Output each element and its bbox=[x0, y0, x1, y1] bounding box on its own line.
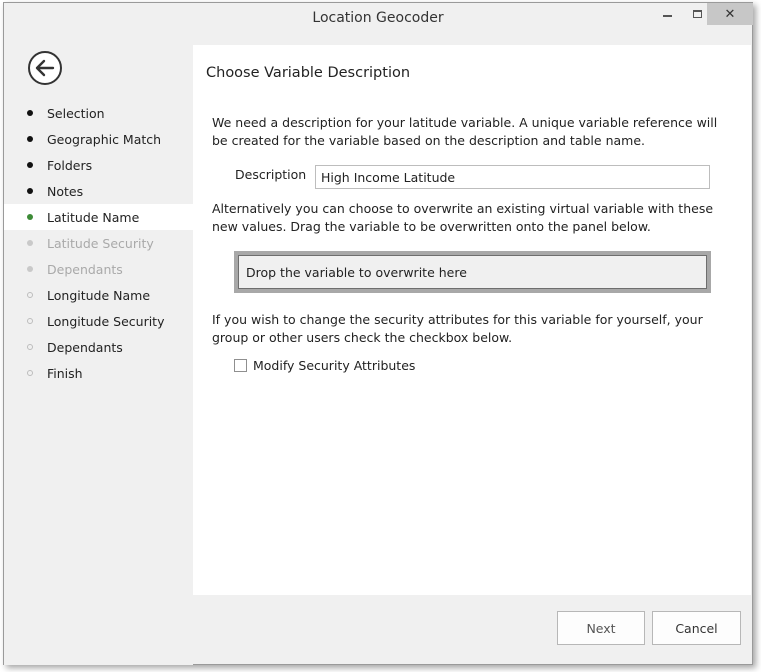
description-input[interactable] bbox=[315, 165, 710, 189]
sidebar-item-label: Finish bbox=[47, 365, 83, 381]
geocoder-window: Location Geocoder ✕ Selection Geographic … bbox=[3, 2, 753, 665]
minimize-icon bbox=[662, 15, 672, 17]
sidebar-item-label: Dependants bbox=[47, 261, 123, 277]
description-label: Description bbox=[235, 167, 307, 182]
modify-security-checkbox[interactable] bbox=[234, 359, 247, 372]
back-arrow-icon bbox=[35, 59, 55, 77]
sidebar-item-longitude-security[interactable]: Longitude Security bbox=[4, 308, 193, 334]
wizard-steps: Selection Geographic Match Folders Notes Lat… bbox=[4, 100, 193, 386]
close-icon: ✕ bbox=[724, 6, 736, 22]
step-bullet-icon bbox=[27, 136, 33, 142]
step-bullet-icon bbox=[27, 110, 33, 116]
close-button[interactable]: ✕ bbox=[707, 3, 753, 25]
sidebar-item-label: Notes bbox=[47, 183, 84, 199]
sidebar-item-latitude-security[interactable]: Latitude Security bbox=[4, 230, 193, 256]
intro-text: We need a description for your latitude … bbox=[212, 115, 718, 148]
sidebar-item-label: Folders bbox=[47, 157, 93, 173]
step-bullet-icon bbox=[27, 240, 33, 246]
step-panel: Choose Variable Description We need a de… bbox=[193, 45, 751, 595]
panel-title: Choose Variable Description bbox=[206, 65, 411, 81]
cancel-button[interactable]: Cancel bbox=[652, 611, 741, 645]
step-bullet-icon bbox=[27, 162, 33, 168]
sidebar-item-notes[interactable]: Notes bbox=[4, 178, 193, 204]
sidebar-item-label: Longitude Name bbox=[47, 287, 151, 303]
sidebar-item-dependants[interactable]: Dependants bbox=[4, 334, 193, 360]
step-bullet-icon bbox=[27, 318, 33, 324]
sidebar-item-longitude-name[interactable]: Longitude Name bbox=[4, 282, 193, 308]
step-bullet-icon bbox=[27, 370, 33, 376]
modify-security-row[interactable]: Modify Security Attributes bbox=[234, 358, 415, 373]
step-bullet-icon bbox=[27, 214, 33, 220]
title-bar: Location Geocoder ✕ bbox=[4, 3, 753, 35]
minimize-button[interactable] bbox=[654, 3, 680, 25]
step-bullet-icon bbox=[27, 266, 33, 272]
step-bullet-icon bbox=[27, 344, 33, 350]
sidebar-item-label: Latitude Security bbox=[47, 235, 154, 251]
drop-panel[interactable]: Drop the variable to overwrite here bbox=[234, 251, 711, 293]
security-text: If you wish to change the security attri… bbox=[212, 312, 703, 345]
next-button[interactable]: Next bbox=[557, 611, 645, 645]
wizard-sidebar: Selection Geographic Match Folders Notes Lat… bbox=[4, 35, 193, 665]
modify-security-label[interactable]: Modify Security Attributes bbox=[253, 358, 415, 373]
step-bullet-icon bbox=[27, 188, 33, 194]
sidebar-item-dependants[interactable]: Dependants bbox=[4, 256, 193, 282]
overwrite-text: Alternatively you can choose to overwrit… bbox=[212, 201, 714, 234]
sidebar-item-label: Dependants bbox=[47, 339, 123, 355]
sidebar-item-finish[interactable]: Finish bbox=[4, 360, 193, 386]
sidebar-item-label: Selection bbox=[47, 105, 105, 121]
sidebar-item-selection[interactable]: Selection bbox=[4, 100, 193, 126]
step-bullet-icon bbox=[27, 292, 33, 298]
maximize-icon bbox=[692, 10, 702, 18]
sidebar-item-label: Geographic Match bbox=[47, 131, 162, 147]
sidebar-item-label: Longitude Security bbox=[47, 313, 165, 329]
window-title: Location Geocoder bbox=[312, 10, 444, 26]
back-button[interactable] bbox=[28, 51, 62, 85]
sidebar-item-folders[interactable]: Folders bbox=[4, 152, 193, 178]
sidebar-item-latitude-name[interactable]: Latitude Name bbox=[4, 204, 193, 230]
sidebar-item-geographic-match[interactable]: Geographic Match bbox=[4, 126, 193, 152]
sidebar-item-label: Latitude Name bbox=[47, 209, 140, 225]
drop-panel-label: Drop the variable to overwrite here bbox=[238, 255, 707, 289]
